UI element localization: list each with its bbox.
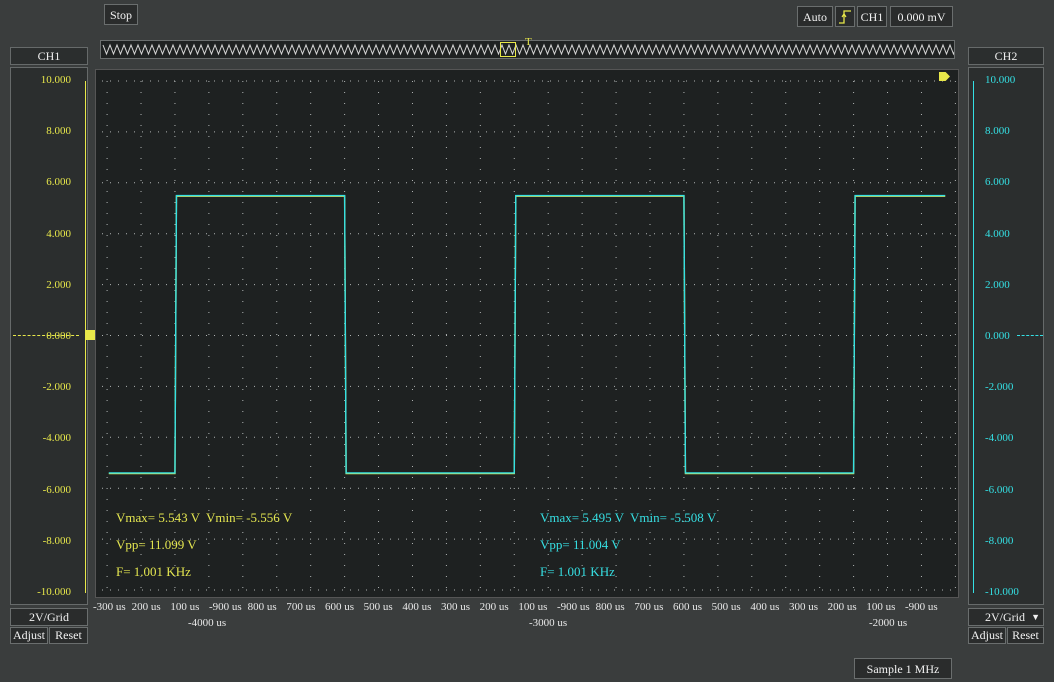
time-tick-label: 800 us bbox=[595, 601, 625, 613]
ch2-zero-marker[interactable] bbox=[1017, 335, 1043, 336]
rising-edge-icon bbox=[839, 10, 851, 24]
ch2-tick-label: 8.000 bbox=[985, 125, 1010, 138]
ch2-tick-label: 10.000 bbox=[985, 74, 1016, 86]
time-tick-label: -900 us bbox=[905, 601, 938, 613]
trigger-edge-button[interactable] bbox=[835, 6, 855, 27]
time-tick-label: 500 us bbox=[363, 601, 393, 613]
time-tick-label: 200 us bbox=[827, 601, 857, 613]
ch2-title: CH2 bbox=[968, 47, 1044, 65]
time-tick-label: 700 us bbox=[286, 601, 316, 613]
ch1-tick-label: -6.000 bbox=[42, 483, 71, 496]
time-tick-label: 100 us bbox=[170, 601, 200, 613]
ch2-vpp: Vpp= 11.004 V bbox=[540, 537, 621, 552]
ch1-tick-label: 8.000 bbox=[46, 125, 71, 138]
ch1-tick-label: -4.000 bbox=[42, 432, 71, 445]
ch1-axis-panel: 10.000 8.000 6.000 4.000 2.000 0.000 -2.000 -4.… bbox=[10, 67, 95, 605]
overview-window-marker[interactable] bbox=[500, 42, 516, 57]
ch1-vpp: Vpp= 11.099 V bbox=[116, 537, 197, 552]
time-major-label: -2000 us bbox=[869, 617, 908, 629]
time-major-label: -4000 us bbox=[188, 617, 227, 629]
ch1-level-handle[interactable] bbox=[85, 330, 95, 340]
ch2-tick-label: 0.000 bbox=[985, 330, 1010, 342]
ch1-tick-label: -10.000 bbox=[37, 586, 71, 598]
ch2-frequency: F= 1.001 KHz bbox=[540, 564, 615, 579]
trigger-channel-button[interactable]: CH1 bbox=[857, 6, 887, 27]
time-tick-label: 100 us bbox=[518, 601, 548, 613]
trigger-level-field[interactable]: 0.000 mV bbox=[890, 6, 953, 27]
ch2-tick-label: -4.000 bbox=[985, 432, 1014, 445]
ch1-tick-label: 4.000 bbox=[46, 227, 71, 240]
trigger-mode-button[interactable]: Auto bbox=[797, 6, 833, 27]
time-tick-label: 200 us bbox=[131, 601, 161, 613]
ch2-tick-label: 2.000 bbox=[985, 278, 1010, 291]
trigger-position-marker[interactable]: T bbox=[525, 37, 532, 48]
ch2-vmax-vmin: Vmax= 5.495 V Vmin= -5.508 V bbox=[540, 510, 717, 525]
ch2-tick-label: -2.000 bbox=[985, 381, 1014, 394]
ch1-tick-label: -2.000 bbox=[42, 381, 71, 394]
ch2-tick-label: 4.000 bbox=[985, 227, 1010, 240]
time-tick-label: 200 us bbox=[479, 601, 509, 613]
ch1-tick-label: 2.000 bbox=[46, 278, 71, 291]
waveform-overview-strip[interactable]: T bbox=[100, 37, 955, 59]
time-tick-label: -300 us bbox=[93, 601, 126, 613]
time-tick-label: 300 us bbox=[441, 601, 471, 613]
ch1-tick-label: 6.000 bbox=[46, 176, 71, 189]
time-tick-label: 800 us bbox=[247, 601, 277, 613]
time-tick-label: -900 us bbox=[209, 601, 242, 613]
time-tick-label: 300 us bbox=[789, 601, 819, 613]
ch2-tick-label: -8.000 bbox=[985, 534, 1014, 547]
time-axis: -300 us 200 us 100 us -900 us 800 us 700 us 60… bbox=[0, 600, 1054, 630]
time-tick-label: 500 us bbox=[711, 601, 741, 613]
time-tick-label: 700 us bbox=[634, 601, 664, 613]
time-tick-label: 600 us bbox=[673, 601, 703, 613]
time-tick-label: 400 us bbox=[750, 601, 780, 613]
oscilloscope-screen[interactable]: Vmax= 5.543 V Vmin= -5.556 V Vpp= 11.099… bbox=[95, 69, 959, 598]
ch2-tick-label: -10.000 bbox=[985, 586, 1019, 598]
ch2-axis-line bbox=[973, 81, 974, 593]
sample-rate-field[interactable]: Sample 1 MHz bbox=[854, 658, 952, 679]
ch1-title: CH1 bbox=[10, 47, 88, 65]
time-tick-label: 600 us bbox=[325, 601, 355, 613]
ch1-tick-label: 0.000 bbox=[46, 330, 71, 342]
ch1-frequency: F= 1.001 KHz bbox=[116, 564, 191, 579]
time-tick-label: -900 us bbox=[557, 601, 590, 613]
ch1-tick-label: -8.000 bbox=[42, 534, 71, 547]
time-tick-label: 100 us bbox=[866, 601, 896, 613]
time-tick-label: 400 us bbox=[402, 601, 432, 613]
time-major-label: -3000 us bbox=[529, 617, 568, 629]
ch2-tick-label: -6.000 bbox=[985, 483, 1014, 496]
ch1-tick-label: 10.000 bbox=[40, 74, 71, 86]
ch1-zero-marker[interactable] bbox=[13, 335, 79, 336]
ch1-vmax-vmin: Vmax= 5.543 V Vmin= -5.556 V bbox=[116, 510, 293, 525]
stop-button[interactable]: Stop bbox=[104, 4, 138, 25]
ch2-axis-panel: 10.000 8.000 6.000 4.000 2.000 0.000 -2.000 -4.… bbox=[968, 67, 1044, 605]
ch2-tick-label: 6.000 bbox=[985, 176, 1010, 189]
